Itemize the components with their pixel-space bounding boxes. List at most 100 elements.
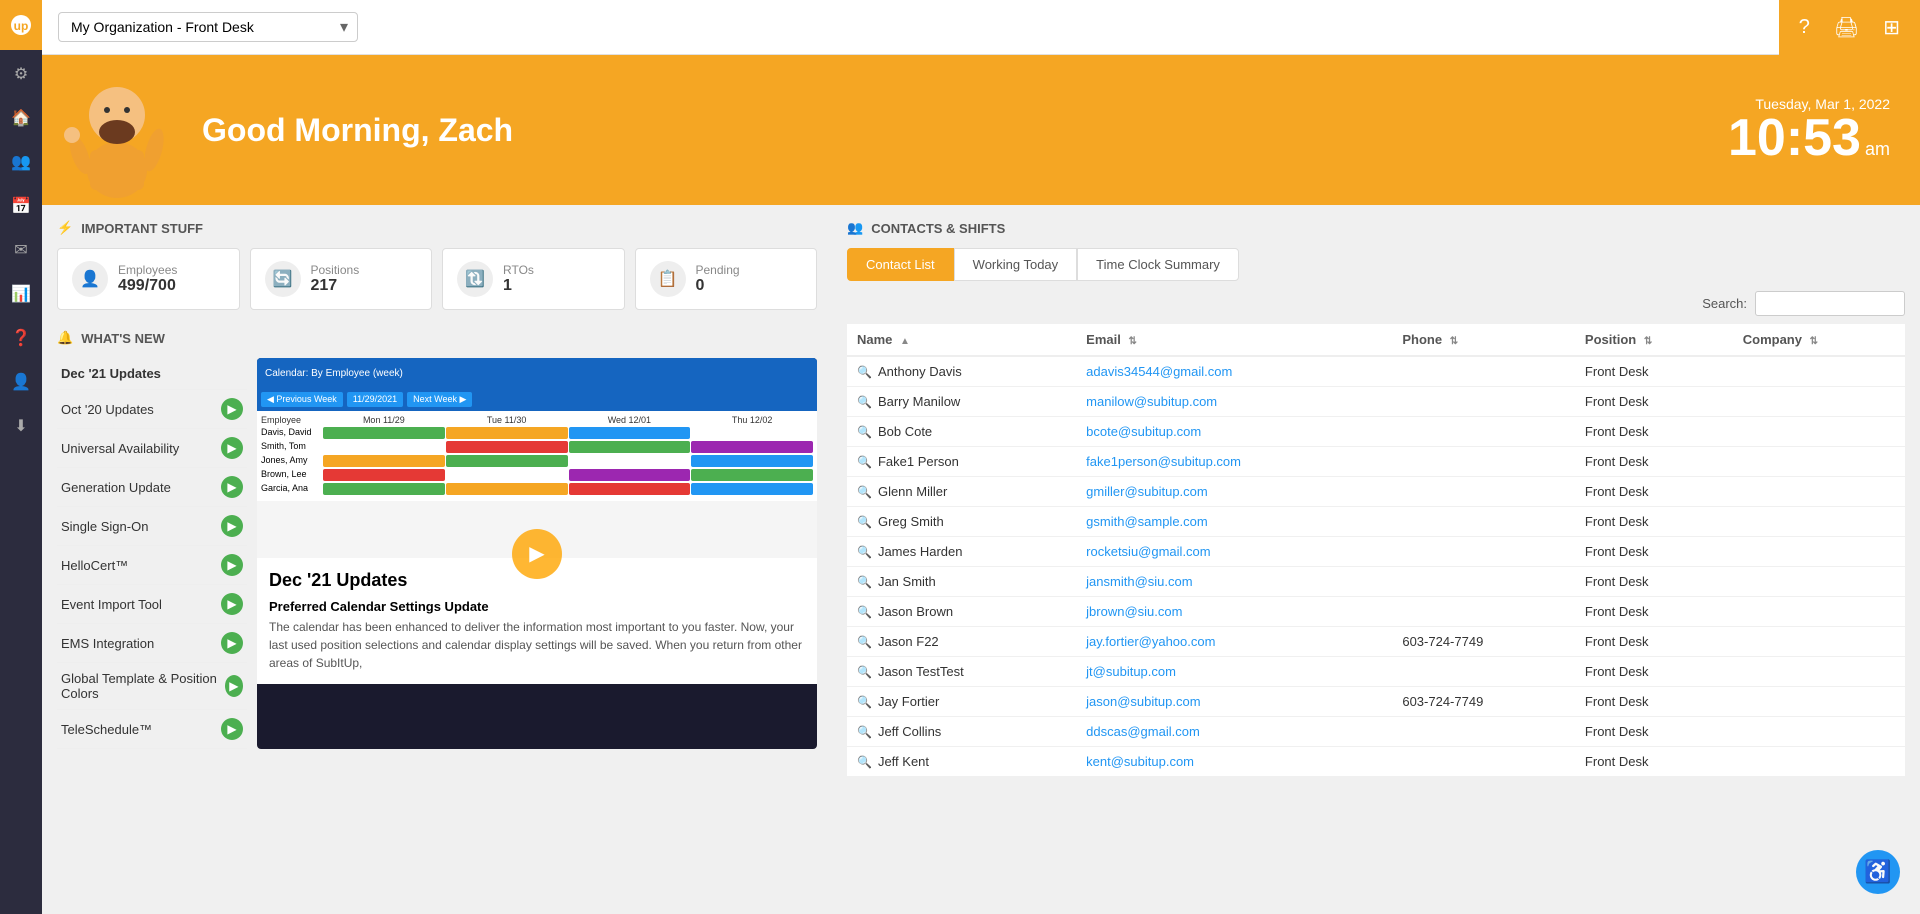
news-item-teleschedule[interactable]: TeleSchedule™ ▶ (57, 710, 247, 749)
contact-search-icon[interactable]: 🔍 (857, 545, 872, 559)
contact-position: Front Desk (1575, 507, 1733, 537)
contact-phone: 603-724-7749 (1392, 687, 1575, 717)
col-name[interactable]: Name ▲ (847, 324, 1076, 356)
table-row[interactable]: 🔍Bob Cote bcote@subitup.com Front Desk (847, 417, 1905, 447)
email-link[interactable]: jbrown@siu.com (1086, 604, 1182, 619)
table-row[interactable]: 🔍Glenn Miller gmiller@subitup.com Front … (847, 477, 1905, 507)
stat-pending[interactable]: 📋 Pending 0 (635, 248, 818, 310)
table-row[interactable]: 🔍Anthony Davis adavis34544@gmail.com Fro… (847, 356, 1905, 387)
contact-search-icon[interactable]: 🔍 (857, 575, 872, 589)
play-button[interactable]: ▶ (512, 529, 562, 579)
table-row[interactable]: 🔍Fake1 Person fake1person@subitup.com Fr… (847, 447, 1905, 477)
col-email[interactable]: Email ⇅ (1076, 324, 1392, 356)
col-company[interactable]: Company ⇅ (1733, 324, 1905, 356)
news-arrow-availability: ▶ (221, 437, 243, 459)
email-link[interactable]: kent@subitup.com (1086, 754, 1194, 769)
email-link[interactable]: jason@subitup.com (1086, 694, 1200, 709)
employees-icon: 👤 (72, 261, 108, 297)
sidebar-team-icon[interactable]: 👥 (0, 142, 42, 182)
positions-value: 217 (311, 277, 360, 295)
contact-position: Front Desk (1575, 387, 1733, 417)
news-item-globaltemplate[interactable]: Global Template & Position Colors ▶ (57, 663, 247, 710)
email-link[interactable]: rocketsiu@gmail.com (1086, 544, 1210, 559)
search-label: Search: (1702, 296, 1747, 311)
sidebar-settings-icon[interactable]: ⚙ (0, 54, 42, 94)
tab-contact-list[interactable]: Contact List (847, 248, 954, 281)
table-row[interactable]: 🔍Jay Fortier jason@subitup.com 603-724-7… (847, 687, 1905, 717)
topbar-help-icon[interactable]: ? (1799, 16, 1810, 39)
contact-search-icon[interactable]: 🔍 (857, 395, 872, 409)
contact-search-icon[interactable]: 🔍 (857, 665, 872, 679)
news-item-sso[interactable]: Single Sign-On ▶ (57, 507, 247, 546)
sidebar-profile-icon[interactable]: 👤 (0, 362, 42, 402)
contact-search-icon[interactable]: 🔍 (857, 455, 872, 469)
org-selector[interactable]: My Organization - Front Desk (58, 12, 358, 42)
stat-positions[interactable]: 🔄 Positions 217 (250, 248, 433, 310)
stat-rtos[interactable]: 🔃 RTOs 1 (442, 248, 625, 310)
topbar-print-icon[interactable]: 🖨 (1834, 15, 1859, 40)
contact-search-icon[interactable]: 🔍 (857, 425, 872, 439)
sidebar-reports-icon[interactable]: 📊 (0, 274, 42, 314)
email-link[interactable]: jt@subitup.com (1086, 664, 1176, 679)
sidebar-home-icon[interactable]: 🏠 (0, 98, 42, 138)
news-video[interactable]: Calendar: By Employee (week) ◀ Previous … (257, 358, 817, 558)
tab-working-today[interactable]: Working Today (954, 248, 1078, 281)
positions-label: Positions (311, 263, 360, 277)
table-row[interactable]: 🔍Jason TestTest jt@subitup.com Front Des… (847, 657, 1905, 687)
table-row[interactable]: 🔍James Harden rocketsiu@gmail.com Front … (847, 537, 1905, 567)
contact-search-icon[interactable]: 🔍 (857, 695, 872, 709)
col-phone[interactable]: Phone ⇅ (1392, 324, 1575, 356)
positions-icon: 🔄 (265, 261, 301, 297)
contact-email: gmiller@subitup.com (1076, 477, 1392, 507)
table-row[interactable]: 🔍Jan Smith jansmith@siu.com Front Desk (847, 567, 1905, 597)
news-arrow-oct20: ▶ (221, 398, 243, 420)
news-item-generation[interactable]: Generation Update ▶ (57, 468, 247, 507)
news-item-hellocert[interactable]: HelloCert™ ▶ (57, 546, 247, 585)
table-row[interactable]: 🔍Greg Smith gsmith@sample.com Front Desk (847, 507, 1905, 537)
hero-character (62, 60, 182, 200)
logo[interactable]: up (0, 0, 42, 50)
contact-search-icon[interactable]: 🔍 (857, 605, 872, 619)
contact-search-icon[interactable]: 🔍 (857, 515, 872, 529)
contact-company (1733, 507, 1905, 537)
table-row[interactable]: 🔍Jeff Kent kent@subitup.com Front Desk (847, 747, 1905, 777)
table-row[interactable]: 🔍Jason Brown jbrown@siu.com Front Desk (847, 597, 1905, 627)
email-link[interactable]: jay.fortier@yahoo.com (1086, 634, 1215, 649)
contact-search-icon[interactable]: 🔍 (857, 725, 872, 739)
news-item-ems[interactable]: EMS Integration ▶ (57, 624, 247, 663)
email-link[interactable]: gsmith@sample.com (1086, 514, 1208, 529)
sidebar-more-icon[interactable]: ⬇ (0, 406, 42, 446)
contact-search-icon[interactable]: 🔍 (857, 485, 872, 499)
sidebar-calendar-icon[interactable]: 📅 (0, 186, 42, 226)
sidebar-help-icon[interactable]: ❓ (0, 318, 42, 358)
col-position[interactable]: Position ⇅ (1575, 324, 1733, 356)
news-item-dec21[interactable]: Dec '21 Updates (57, 358, 247, 390)
org-selector-wrap[interactable]: My Organization - Front Desk (58, 12, 358, 42)
email-link[interactable]: jansmith@siu.com (1086, 574, 1192, 589)
contact-search-icon[interactable]: 🔍 (857, 635, 872, 649)
email-link[interactable]: bcote@subitup.com (1086, 424, 1201, 439)
contact-search-icon[interactable]: 🔍 (857, 755, 872, 769)
accessibility-button[interactable]: ♿ (1856, 850, 1900, 894)
rtos-value: 1 (503, 277, 534, 295)
hero-banner: Good Morning, Zach Tuesday, Mar 1, 2022 … (42, 55, 1920, 205)
email-link[interactable]: adavis34544@gmail.com (1086, 364, 1232, 379)
stat-employees[interactable]: 👤 Employees 499/700 (57, 248, 240, 310)
email-link[interactable]: gmiller@subitup.com (1086, 484, 1208, 499)
contact-search-icon[interactable]: 🔍 (857, 365, 872, 379)
news-item-availability[interactable]: Universal Availability ▶ (57, 429, 247, 468)
table-row[interactable]: 🔍Barry Manilow manilow@subitup.com Front… (847, 387, 1905, 417)
news-item-oct20[interactable]: Oct '20 Updates ▶ (57, 390, 247, 429)
table-row[interactable]: 🔍Jeff Collins ddscas@gmail.com Front Des… (847, 717, 1905, 747)
search-input[interactable] (1755, 291, 1905, 316)
table-row[interactable]: 🔍Jason F22 jay.fortier@yahoo.com 603-724… (847, 627, 1905, 657)
email-link[interactable]: manilow@subitup.com (1086, 394, 1217, 409)
news-arrow-ems: ▶ (221, 632, 243, 654)
email-link[interactable]: fake1person@subitup.com (1086, 454, 1241, 469)
contacts-table-head: Name ▲ Email ⇅ Phone ⇅ Position ⇅ Compan… (847, 324, 1905, 356)
email-link[interactable]: ddscas@gmail.com (1086, 724, 1200, 739)
news-item-eventimport[interactable]: Event Import Tool ▶ (57, 585, 247, 624)
sidebar-messages-icon[interactable]: ✉ (0, 230, 42, 270)
topbar-apps-icon[interactable]: ⊞ (1883, 15, 1900, 40)
tab-time-clock[interactable]: Time Clock Summary (1077, 248, 1239, 281)
